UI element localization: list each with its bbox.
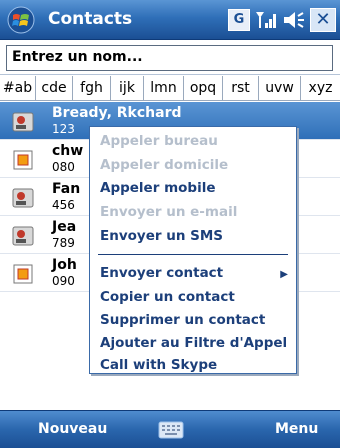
search-input[interactable]: Entrez un nom... bbox=[6, 45, 333, 71]
menu-item-send-contact[interactable]: Envoyer contact bbox=[100, 265, 223, 281]
sim-contact-icon bbox=[13, 264, 33, 284]
contact-number: 090 bbox=[52, 274, 75, 288]
contact-name: Fan bbox=[52, 181, 81, 197]
contact-number: 789 bbox=[52, 236, 75, 250]
tab-fgh[interactable]: fgh bbox=[73, 76, 111, 101]
contact-number: 456 bbox=[52, 198, 75, 212]
sim-contact-icon bbox=[13, 150, 33, 170]
contact-name: chw bbox=[52, 143, 84, 159]
menu-item-send-sms[interactable]: Envoyer un SMS bbox=[100, 228, 223, 244]
contact-number: 123 bbox=[52, 122, 75, 136]
alphabet-tabs: #ab cde fgh ijk lmn opq rst uvw xyz bbox=[0, 76, 340, 101]
system-tray: G ✕ bbox=[228, 8, 336, 32]
keyboard-icon[interactable] bbox=[158, 421, 184, 439]
contact-card-icon bbox=[12, 188, 34, 208]
context-menu: Appeler bureau Appeler domicile Appeler … bbox=[89, 126, 297, 374]
menu-item-send-email: Envoyer un e-mail bbox=[100, 204, 238, 220]
tab-ab[interactable]: #ab bbox=[0, 76, 36, 101]
contact-card-icon bbox=[12, 226, 34, 246]
tab-ijk[interactable]: ijk bbox=[111, 76, 144, 101]
search-row: Entrez un nom... bbox=[0, 40, 340, 75]
volume-icon[interactable] bbox=[282, 9, 306, 31]
tab-opq[interactable]: opq bbox=[184, 76, 223, 101]
tab-rst[interactable]: rst bbox=[223, 76, 259, 101]
contact-card-icon bbox=[12, 112, 34, 132]
tab-cde[interactable]: cde bbox=[36, 76, 73, 101]
windows-start-icon[interactable] bbox=[6, 6, 36, 34]
tab-xyz[interactable]: xyz bbox=[301, 76, 340, 101]
tab-uvw[interactable]: uvw bbox=[259, 76, 301, 101]
app-title: Contacts bbox=[48, 9, 133, 29]
contact-number: 080 bbox=[52, 160, 75, 174]
signal-strength-icon[interactable] bbox=[254, 9, 278, 31]
close-button[interactable]: ✕ bbox=[310, 8, 336, 32]
menu-item-delete-contact[interactable]: Supprimer un contact bbox=[100, 312, 265, 328]
contact-name: Bready, Rkchard bbox=[52, 105, 182, 121]
menu-item-call-with-skype[interactable]: Call with Skype bbox=[100, 357, 217, 373]
menu-separator bbox=[98, 254, 288, 255]
menu-button[interactable]: Menu bbox=[275, 421, 318, 437]
tab-lmn[interactable]: lmn bbox=[144, 76, 184, 101]
contact-name: Jea bbox=[52, 219, 77, 235]
soft-key-bar: Nouveau Menu bbox=[0, 410, 340, 448]
menu-item-call-home: Appeler domicile bbox=[100, 157, 229, 173]
submenu-arrow-icon: ▶ bbox=[280, 269, 288, 280]
tray-g-icon[interactable]: G bbox=[228, 9, 250, 31]
contact-name: Joh bbox=[52, 257, 77, 273]
menu-item-add-call-filter[interactable]: Ajouter au Filtre d'Appel bbox=[100, 335, 287, 351]
menu-item-copy-contact[interactable]: Copier un contact bbox=[100, 289, 235, 305]
menu-item-call-work: Appeler bureau bbox=[100, 133, 218, 149]
title-bar: Contacts G ✕ bbox=[0, 0, 340, 40]
new-button[interactable]: Nouveau bbox=[38, 421, 107, 437]
menu-item-call-mobile[interactable]: Appeler mobile bbox=[100, 180, 216, 196]
